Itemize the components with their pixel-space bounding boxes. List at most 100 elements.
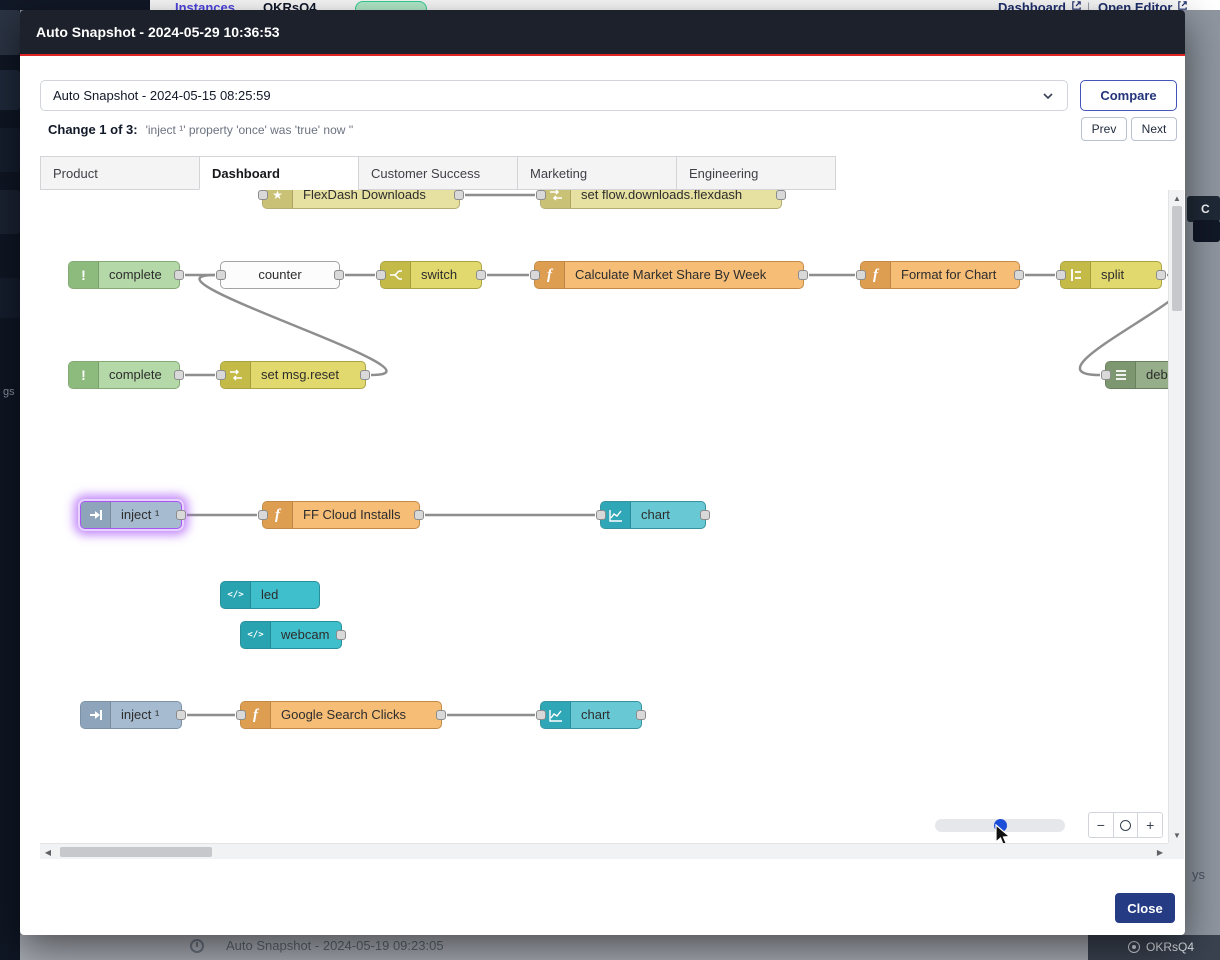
- input-port: [376, 270, 386, 280]
- chevron-down-icon: [1041, 89, 1055, 103]
- vertical-scrollbar[interactable]: ▲ ▼: [1168, 190, 1184, 843]
- node-label: split: [1091, 262, 1134, 288]
- output-port: [636, 710, 646, 720]
- flow-node-counter[interactable]: counter: [220, 261, 340, 289]
- snapshot-modal: Auto Snapshot - 2024-05-29 10:36:53 Auto…: [20, 10, 1185, 935]
- flow-node-flexdash[interactable]: ★FlexDash Downloads: [262, 190, 460, 209]
- snapshot-select[interactable]: Auto Snapshot - 2024-05-15 08:25:59: [40, 80, 1068, 111]
- prev-button[interactable]: Prev: [1081, 117, 1127, 141]
- input-port: [258, 510, 268, 520]
- flow-node-calc[interactable]: fCalculate Market Share By Week: [534, 261, 804, 289]
- input-port: [258, 190, 268, 200]
- dashboard-link[interactable]: Dashboard: [998, 0, 1082, 10]
- flow-node-debug1[interactable]: debu: [1105, 361, 1168, 389]
- scroll-right-arrow[interactable]: ▶: [1152, 844, 1168, 860]
- scroll-left-arrow[interactable]: ◀: [40, 844, 56, 860]
- clock-icon: [190, 939, 204, 953]
- modal-header: Auto Snapshot - 2024-05-29 10:36:53: [20, 10, 1185, 56]
- page: Instances OKRsQ4 Dashboard | Open Editor…: [0, 0, 1220, 960]
- flow-node-chart2[interactable]: chart: [540, 701, 642, 729]
- flow-node-complete1[interactable]: !complete: [68, 261, 180, 289]
- exclamation-icon: !: [69, 362, 99, 388]
- flow-canvas[interactable]: − + ★FlexDash Downloads set flow.download…: [40, 190, 1168, 843]
- flow-node-format[interactable]: fFormat for Chart: [860, 261, 1020, 289]
- zoom-in-button[interactable]: +: [1137, 813, 1162, 837]
- input-port: [216, 370, 226, 380]
- input-port: [236, 710, 246, 720]
- sidebar-item-block: [0, 190, 20, 234]
- input-port: [1056, 270, 1066, 280]
- flow-node-setflow[interactable]: set flow.downloads.flexdash: [540, 190, 782, 209]
- tab-marketing[interactable]: Marketing: [517, 156, 677, 190]
- inject-icon: [81, 702, 111, 728]
- background-sidebar: gs: [0, 10, 20, 960]
- flow-node-chart1[interactable]: chart: [600, 501, 706, 529]
- background-snapshot-text: Auto Snapshot - 2024-05-19 09:23:05: [226, 938, 444, 953]
- target-icon: [1128, 941, 1140, 953]
- node-label: FF Cloud Installs: [293, 502, 411, 528]
- output-port: [798, 270, 808, 280]
- open-editor-link-label: Open Editor: [1098, 0, 1172, 10]
- node-label: FlexDash Downloads: [293, 190, 436, 208]
- output-port: [1156, 270, 1166, 280]
- scroll-up-arrow[interactable]: ▲: [1169, 190, 1185, 206]
- tab-dashboard[interactable]: Dashboard: [199, 156, 359, 190]
- input-port: [856, 270, 866, 280]
- input-port: [536, 710, 546, 720]
- tab-customer-success[interactable]: Customer Success: [358, 156, 518, 190]
- horizontal-scrollbar-thumb[interactable]: [60, 847, 212, 857]
- input-port: [1101, 370, 1111, 380]
- input-port: [536, 190, 546, 200]
- zoom-reset-button[interactable]: [1113, 813, 1138, 837]
- flow-node-webcam[interactable]: </>webcam: [240, 621, 342, 649]
- background-right-block: [1193, 220, 1220, 242]
- breadcrumb-instance-name: OKRsQ4: [263, 0, 316, 10]
- compare-button[interactable]: Compare: [1080, 80, 1177, 111]
- zoom-out-button[interactable]: −: [1089, 813, 1113, 837]
- horizontal-scrollbar[interactable]: ◀ ▶: [40, 843, 1168, 859]
- node-label: chart: [631, 502, 680, 528]
- modal-title: Auto Snapshot - 2024-05-29 10:36:53: [36, 24, 280, 40]
- tab-engineering[interactable]: Engineering: [676, 156, 836, 190]
- background-right-strip: C ys: [1185, 10, 1220, 935]
- node-label: chart: [571, 702, 620, 728]
- output-port: [776, 190, 786, 200]
- sidebar-item-block: [0, 278, 20, 318]
- code-icon: </>: [241, 622, 271, 648]
- tab-product[interactable]: Product: [40, 156, 200, 190]
- close-button[interactable]: Close: [1115, 893, 1175, 923]
- flow-node-split1[interactable]: split: [1060, 261, 1162, 289]
- external-link-icon: [1071, 0, 1082, 10]
- flow-node-setreset[interactable]: set msg.reset: [220, 361, 366, 389]
- sidebar-item-block: [0, 70, 20, 110]
- background-instance-name: OKRsQ4: [1146, 940, 1194, 954]
- output-port: [414, 510, 424, 520]
- vertical-scrollbar-thumb[interactable]: [1172, 206, 1182, 311]
- flow-tabs: Product Dashboard Customer Success Marke…: [40, 156, 836, 190]
- node-label: webcam: [271, 622, 339, 648]
- flow-node-complete2[interactable]: !complete: [68, 361, 180, 389]
- input-port: [530, 270, 540, 280]
- output-port: [176, 510, 186, 520]
- node-label: led: [251, 582, 288, 608]
- flow-node-inject1[interactable]: inject ¹: [80, 501, 182, 529]
- flow-wire: [200, 275, 387, 375]
- node-label: inject ¹: [111, 702, 169, 728]
- breadcrumb-section[interactable]: Instances: [175, 0, 235, 10]
- flow-node-ffcloud[interactable]: fFF Cloud Installs: [262, 501, 420, 529]
- open-editor-link[interactable]: Open Editor: [1098, 0, 1188, 10]
- background-right-badge: C: [1187, 196, 1220, 222]
- node-label: complete: [99, 362, 172, 388]
- dashboard-link-label: Dashboard: [998, 0, 1066, 10]
- scroll-down-arrow[interactable]: ▼: [1169, 827, 1185, 843]
- output-port: [176, 710, 186, 720]
- exclamation-icon: !: [69, 262, 99, 288]
- output-port: [174, 270, 184, 280]
- next-button[interactable]: Next: [1131, 117, 1177, 141]
- zoom-reset-icon: [1120, 820, 1131, 831]
- flow-node-switch1[interactable]: switch: [380, 261, 482, 289]
- flow-node-led[interactable]: </>led: [220, 581, 320, 609]
- flow-node-google[interactable]: fGoogle Search Clicks: [240, 701, 442, 729]
- flow-node-inject2[interactable]: inject ¹: [80, 701, 182, 729]
- input-port: [596, 510, 606, 520]
